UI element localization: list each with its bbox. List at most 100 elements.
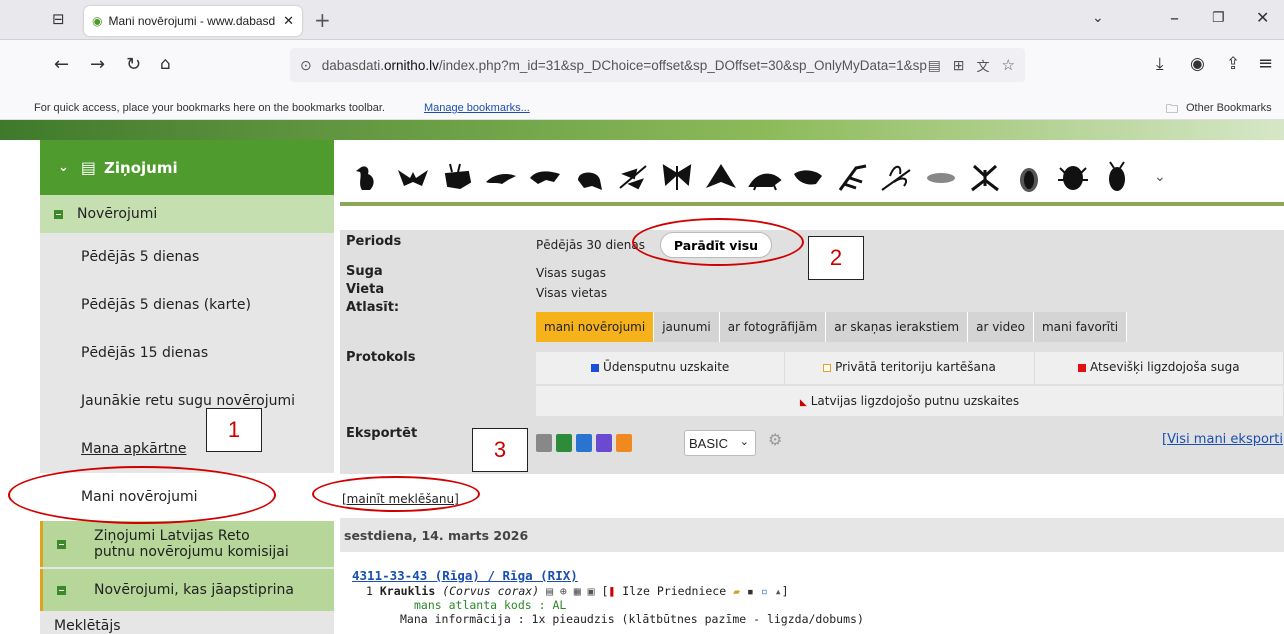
browser-nav-bar: ← → ↻ ⌂ ⊙ dabasdati. ornitho.lv/index.php…	[0, 40, 1284, 96]
tab-news[interactable]: jaunumi	[654, 312, 720, 342]
downloads-icon[interactable]: ⤓	[1156, 54, 1164, 74]
other-bookmarks[interactable]: Other Bookmarks	[1186, 102, 1272, 114]
copy-icon[interactable]: ▫	[761, 584, 768, 598]
beetle-icon[interactable]	[1056, 160, 1090, 194]
xls-export-icon[interactable]	[556, 434, 572, 452]
butterfly-icon[interactable]	[660, 160, 694, 194]
chevron-down-icon: ⌄	[58, 160, 69, 175]
protocol-single-species[interactable]: Atsevišķi ligzdojoša suga	[1035, 352, 1284, 384]
tab-title: Mani novērojumi - www.dabasd	[108, 14, 276, 28]
fish-icon[interactable]	[792, 160, 826, 194]
all-exports-link[interactable]: [Visi mani eksporti	[1162, 432, 1283, 447]
tab-favourites[interactable]: mani favorīti	[1033, 312, 1128, 342]
tab-photos[interactable]: ar fotogrāfijām	[719, 312, 827, 342]
expand-icon	[57, 585, 66, 595]
annotation-circle-change-search	[312, 476, 480, 512]
bookmark-star-icon[interactable]: ☆	[1002, 56, 1015, 74]
sidebar-item-to-approve[interactable]: Novērojumi, kas jāapstiprina	[40, 569, 334, 611]
sidebar-item-search[interactable]: Meklētājs	[40, 611, 334, 634]
date-header: sestdiena, 14. marts 2026	[340, 518, 1284, 552]
reader-view-icon[interactable]: ▤	[928, 57, 941, 74]
detail-icons: ▤ ⊕ ▦ ▣	[546, 584, 595, 598]
place-label: Vieta	[346, 282, 385, 297]
moth-icon[interactable]	[704, 160, 738, 194]
annotation-circle-my-observations	[8, 466, 276, 524]
user-icon[interactable]: ▴	[775, 584, 782, 598]
protocol-breeding-birds[interactable]: ◣ Latvijas ligzdojošo putnu uzskaites	[536, 386, 1284, 416]
save-page-icon[interactable]: ⊞	[953, 57, 965, 74]
sidebar-item-rare-commission[interactable]: Ziņojumi Latvijas Reto putnu novērojumu …	[40, 521, 334, 567]
periods-label: Periods	[346, 234, 402, 249]
edit-icon[interactable]: ▰	[733, 584, 740, 598]
gear-icon[interactable]: ⚙	[768, 430, 782, 449]
sidebar-item-last5-map[interactable]: Pēdējās 5 dienas (karte)	[40, 281, 334, 329]
bookmarks-hint: For quick access, place your bookmarks h…	[34, 102, 385, 114]
restore-icon[interactable]: ❐	[1212, 10, 1225, 26]
manage-bookmarks-link[interactable]: Manage bookmarks...	[424, 102, 530, 114]
tab-my-observations[interactable]: mani novērojumi	[536, 312, 655, 342]
protocol-territory[interactable]: Privātā teritoriju kartēšana	[785, 352, 1035, 384]
protocol-row-2: ◣ Latvijas ligzdojošo putnu uzskaites	[536, 386, 1284, 416]
sidebar-item-last5[interactable]: Pēdējās 5 dienas	[40, 233, 334, 281]
delete-icon[interactable]: ▪	[747, 584, 754, 598]
browser-tab[interactable]: ◉ Mani novērojumi - www.dabasd ✕	[84, 6, 302, 36]
species-name[interactable]: Krauklis	[380, 584, 435, 598]
site-permissions-icon[interactable]: ⊙	[300, 57, 312, 74]
annotation-label-3: 3	[472, 428, 528, 472]
sidebar-section-novērojumi[interactable]: Novērojumi	[40, 195, 334, 233]
code-export-icon[interactable]	[596, 434, 612, 452]
close-tab-icon[interactable]: ✕	[283, 13, 294, 29]
main-content: ⌄ Periods Pēdējās 30 dienas Parādīt visu…	[340, 140, 1284, 634]
account-icon[interactable]: ◉	[1190, 54, 1205, 74]
deer-icon[interactable]	[440, 160, 474, 194]
translate-icon[interactable]: 文	[977, 56, 990, 75]
close-window-icon[interactable]: ✕	[1256, 8, 1269, 27]
export-format-value: BASIC	[689, 436, 729, 451]
browser-tab-bar: ⊟ ◉ Mani novērojumi - www.dabasd ✕ + ⌄ –…	[0, 0, 1284, 40]
spider-icon[interactable]	[968, 160, 1002, 194]
frog-icon[interactable]	[572, 160, 606, 194]
tab-video[interactable]: ar video	[968, 312, 1034, 342]
cricket-icon[interactable]	[924, 160, 958, 194]
minimize-icon[interactable]: –	[1170, 8, 1179, 29]
observer-pin-icon: ❚	[608, 584, 616, 598]
grasshopper-icon[interactable]	[748, 160, 782, 194]
forward-icon[interactable]: →	[90, 54, 105, 75]
cockroach-icon[interactable]	[1100, 160, 1134, 194]
tab-overflow-chevron-icon[interactable]: ⌄	[1092, 10, 1104, 26]
js-export-icon[interactable]	[616, 434, 632, 452]
new-tab-icon[interactable]: +	[314, 8, 331, 32]
sidebar-item-last15[interactable]: Pēdējās 15 dienas	[40, 329, 334, 377]
reload-icon[interactable]: ↻	[126, 54, 141, 75]
text-export-icon[interactable]	[536, 434, 552, 452]
protocol-label: Ūdensputnu uzskaite	[603, 360, 730, 374]
bat-icon[interactable]	[396, 160, 430, 194]
export-format-select[interactable]: BASIC ⌄	[684, 430, 756, 456]
mantis-icon[interactable]	[836, 160, 870, 194]
sidebar-item-rare[interactable]: Jaunākie retu sugu novērojumi	[40, 377, 334, 425]
back-icon[interactable]: ←	[54, 54, 69, 75]
sidebar-item-neighbourhood[interactable]: Mana apkārtne	[40, 425, 334, 473]
red-triangle-icon: ◣	[799, 398, 807, 408]
bird-icon[interactable]	[352, 160, 386, 194]
observer-name[interactable]: Ilze Priedniece	[622, 584, 726, 598]
menu-icon[interactable]: ≡	[1258, 53, 1273, 74]
location-link[interactable]: 4311-33-43 (Rīga) / Rīga (RIX)	[352, 568, 578, 583]
protocol-waterbird[interactable]: Ūdensputnu uzskaite	[536, 352, 786, 384]
damselfly-icon[interactable]	[880, 160, 914, 194]
dragonfly-icon[interactable]	[616, 160, 650, 194]
observation-count: 1	[366, 584, 373, 598]
home-icon[interactable]: ⌂	[160, 54, 171, 74]
address-bar[interactable]: ⊙ dabasdati. ornitho.lv/index.php?m_id=31…	[290, 48, 1025, 82]
share-icon[interactable]: ⇪	[1226, 54, 1240, 74]
web-export-icon[interactable]	[576, 434, 592, 452]
place-value: Visas vietas	[536, 286, 608, 300]
bee-icon[interactable]	[1012, 160, 1046, 194]
lizard-icon[interactable]	[528, 160, 562, 194]
date-text: sestdiena, 14. marts 2026	[344, 528, 529, 543]
sidebar-header[interactable]: ⌄ ▤ Ziņojumi	[40, 140, 334, 195]
more-taxa-chevron-icon[interactable]: ⌄	[1154, 169, 1166, 185]
tab-list-icon[interactable]: ⊟	[52, 10, 65, 28]
tab-sounds[interactable]: ar skaņas ierakstiem	[826, 312, 969, 342]
dolphin-icon[interactable]	[484, 160, 518, 194]
